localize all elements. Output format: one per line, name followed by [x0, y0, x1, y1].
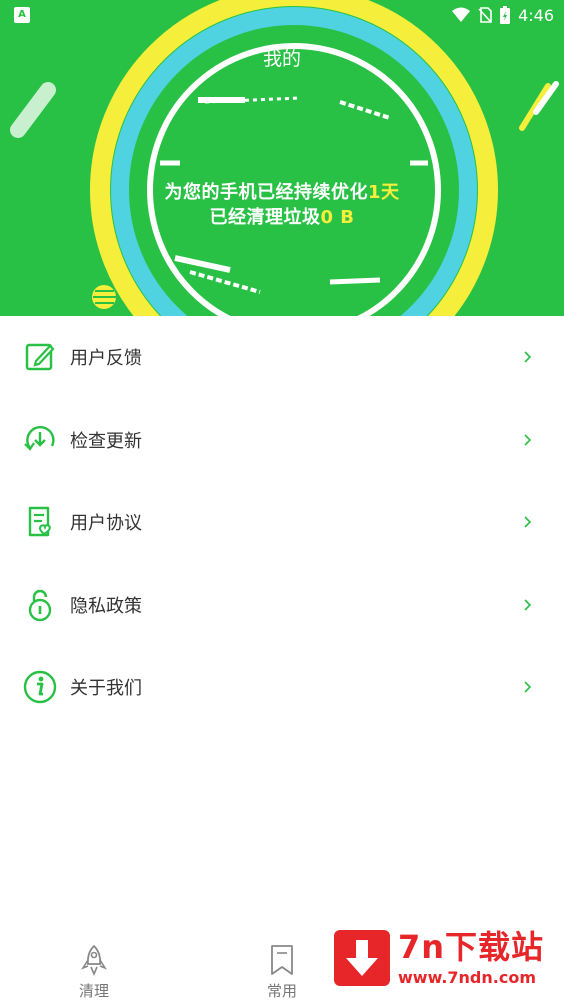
- cleaned-junk-label: 已经清理垃圾: [209, 207, 321, 228]
- status-bar: A 4:46: [0, 0, 564, 30]
- agreement-icon: [28, 507, 51, 537]
- optimize-duration-value: 1天: [367, 182, 400, 203]
- settings-menu: 用户反馈 检查更新 用户协议 隐私政策 关于我们: [0, 316, 564, 729]
- no-sim-icon: [478, 7, 492, 23]
- optimize-duration-label: 为您的手机已经持续优化: [164, 182, 368, 203]
- cleaned-junk-value: 0 B: [320, 207, 355, 228]
- tab-clean[interactable]: 清理: [34, 936, 154, 1002]
- watermark: 7n下载站 www.7ndn.com: [316, 906, 564, 1002]
- download-update-icon: [24, 425, 55, 451]
- menu-item-user-agreement[interactable]: 用户协议: [0, 481, 564, 564]
- menu-item-about-us[interactable]: 关于我们: [0, 646, 564, 729]
- chevron-right-icon: [524, 351, 532, 363]
- chevron-right-icon: [524, 516, 532, 528]
- info-icon: [23, 671, 57, 704]
- optimize-duration-text: 为您的手机已经持续优化1天: [0, 178, 564, 204]
- tab-label: 清理: [78, 982, 109, 1000]
- bookmark-icon: [271, 945, 293, 975]
- battery-charging-icon: [500, 6, 511, 24]
- menu-item-feedback[interactable]: 用户反馈: [0, 316, 564, 399]
- watermark-title: 7n下载站: [398, 928, 545, 966]
- notification-icon: A: [14, 7, 30, 23]
- page-title: 我的: [262, 48, 301, 70]
- watermark-url: www.7ndn.com: [398, 968, 536, 987]
- menu-item-label: 用户反馈: [70, 348, 142, 370]
- edit-icon: [25, 344, 55, 371]
- menu-item-label: 隐私政策: [70, 595, 142, 617]
- wifi-icon: [452, 7, 471, 22]
- chevron-right-icon: [524, 434, 532, 446]
- download-logo-icon: [334, 930, 390, 986]
- header-banner: A 4:46 我的 为您的手机已经持续优化1天 已经清理垃圾0 B: [0, 0, 564, 316]
- chevron-right-icon: [524, 681, 532, 693]
- menu-item-label: 关于我们: [70, 678, 142, 700]
- status-time: 4:46: [518, 5, 554, 25]
- rocket-icon: [81, 944, 107, 976]
- menu-item-privacy-policy[interactable]: 隐私政策: [0, 564, 564, 647]
- chevron-right-icon: [524, 599, 532, 611]
- menu-item-label: 用户协议: [70, 513, 142, 535]
- menu-item-label: 检查更新: [70, 430, 142, 452]
- lock-icon: [28, 589, 52, 621]
- menu-item-check-update[interactable]: 检查更新: [0, 399, 564, 482]
- cleaned-junk-text: 已经清理垃圾0 B: [0, 203, 564, 229]
